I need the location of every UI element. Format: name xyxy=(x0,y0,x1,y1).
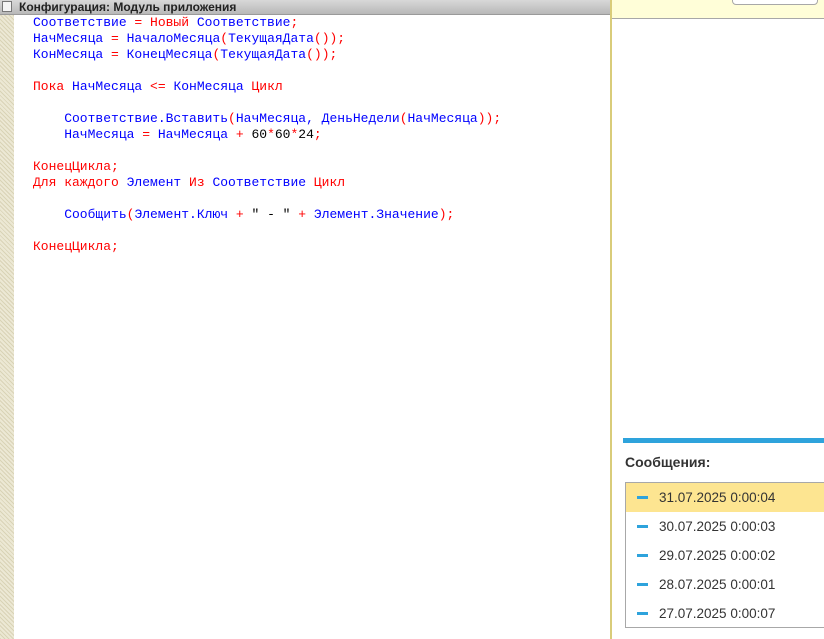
dash-icon xyxy=(637,496,648,499)
code-token: Новый xyxy=(150,15,190,30)
dash-icon xyxy=(637,612,648,615)
code-line[interactable]: Соответствие = Новый Соответствие; xyxy=(33,15,501,31)
editor-title-bar: Конфигурация: Модуль приложения xyxy=(0,0,610,15)
code-token: = xyxy=(134,127,158,142)
code-line[interactable]: КонецЦикла; xyxy=(33,239,501,255)
code-line[interactable] xyxy=(33,143,501,159)
code-line[interactable]: Соответствие.Вставить(НачМесяца, ДеньНед… xyxy=(33,111,501,127)
code-token: НачМесяца xyxy=(64,79,143,94)
code-editor-window: Конфигурация: Модуль приложения Соответс… xyxy=(0,0,610,639)
code-token: Соответствие xyxy=(189,15,291,30)
code-token: ( xyxy=(399,111,408,126)
code-token: Цикл xyxy=(243,79,283,94)
code-token: ; xyxy=(313,127,322,142)
code-token: НачМесяца xyxy=(33,31,104,46)
code-line[interactable]: НачМесяца = НачМесяца + 60*60*24; xyxy=(33,127,501,143)
message-text: 27.07.2025 0:00:07 xyxy=(659,606,776,621)
code-token: КонецМесяца xyxy=(126,47,213,62)
code-token: НачМесяца xyxy=(407,111,478,126)
message-text: 28.07.2025 0:00:01 xyxy=(659,577,776,592)
code-token: Для каждого xyxy=(33,175,119,190)
message-text: 29.07.2025 0:00:02 xyxy=(659,548,776,563)
code-token: Элемент xyxy=(118,175,182,190)
code-token: + xyxy=(290,207,314,222)
code-token: Пока xyxy=(33,79,65,94)
message-item[interactable]: 27.07.2025 0:00:07 xyxy=(626,599,824,628)
code-token: НачМесяца xyxy=(157,127,229,142)
code-line[interactable] xyxy=(33,95,501,111)
message-text: 30.07.2025 0:00:03 xyxy=(659,519,776,534)
code-token: КонецЦикла; xyxy=(33,159,119,174)
code-token: Элемент.Значение xyxy=(313,207,439,222)
message-item[interactable]: 30.07.2025 0:00:03 xyxy=(626,512,824,541)
code-token: КонМесяца xyxy=(173,79,244,94)
message-item[interactable]: 31.07.2025 0:00:04 xyxy=(626,483,824,512)
code-token: НачМесяца, ДеньНедели xyxy=(235,111,400,126)
code-token: НачалоМесяца xyxy=(126,31,221,46)
code-token: ()); xyxy=(306,47,338,62)
module-icon xyxy=(2,1,12,12)
code-token: НачМесяца xyxy=(33,127,135,142)
code-line[interactable]: Для каждого Элемент Из Соответствие Цикл xyxy=(33,175,501,191)
message-text: 31.07.2025 0:00:04 xyxy=(659,490,776,505)
messages-list[interactable]: 31.07.2025 0:00:04 30.07.2025 0:00:03 29.0… xyxy=(625,482,824,628)
code-line[interactable] xyxy=(33,223,501,239)
code-token: " - " xyxy=(251,207,291,222)
code-token: 60 xyxy=(274,127,291,142)
code-token: 60 xyxy=(251,127,268,142)
code-token: Сообщить xyxy=(33,207,127,222)
code-token: + xyxy=(228,127,252,142)
code-token: Соответствие xyxy=(33,15,127,30)
code-area[interactable]: Соответствие = Новый Соответствие; НачМес… xyxy=(33,15,501,255)
code-token: 24 xyxy=(298,127,314,142)
code-token: Цикл xyxy=(306,175,346,190)
message-item[interactable]: 28.07.2025 0:00:01 xyxy=(626,570,824,599)
messages-separator xyxy=(623,438,824,443)
code-token: + xyxy=(228,207,252,222)
code-line[interactable] xyxy=(33,191,501,207)
code-token: )); xyxy=(477,111,502,126)
code-token: = xyxy=(103,31,127,46)
dash-icon xyxy=(637,554,648,557)
code-token: ; xyxy=(290,15,299,30)
code-token: КонецЦикла; xyxy=(33,239,119,254)
code-token: ()); xyxy=(313,31,346,46)
editor-title: Конфигурация: Модуль приложения xyxy=(19,0,237,14)
code-line[interactable]: Пока НачМесяца <= КонМесяца Цикл xyxy=(33,79,501,95)
message-item[interactable]: 29.07.2025 0:00:02 xyxy=(626,541,824,570)
right-panel: Сообщения: 31.07.2025 0:00:04 30.07.2025 … xyxy=(610,0,824,639)
dash-icon xyxy=(637,525,648,528)
code-token: <= xyxy=(142,79,174,94)
dash-icon xyxy=(637,583,648,586)
code-token: КонМесяца xyxy=(33,47,104,62)
code-token: ( xyxy=(220,31,229,46)
code-token: = xyxy=(126,15,151,30)
code-token: ( xyxy=(228,111,236,126)
code-token: ТекущаяДата xyxy=(220,47,307,62)
code-token: Из xyxy=(181,175,205,190)
code-line[interactable] xyxy=(33,63,501,79)
code-token: ТекущаяДата xyxy=(228,31,314,46)
code-token: Элемент.Ключ xyxy=(134,207,229,222)
code-token: = xyxy=(103,47,127,62)
code-line[interactable]: НачМесяца = НачалоМесяца(ТекущаяДата()); xyxy=(33,31,501,47)
code-token: Соответствие xyxy=(204,175,307,190)
right-panel-toolbar xyxy=(612,0,824,19)
code-token: Соответствие.Вставить xyxy=(33,111,229,126)
code-line[interactable]: Сообщить(Элемент.Ключ + " - " + Элемент.… xyxy=(33,207,501,223)
editor-gutter xyxy=(0,15,14,639)
code-token: * xyxy=(267,127,275,142)
code-line[interactable]: КонМесяца = КонецМесяца(ТекущаяДата()); xyxy=(33,47,501,63)
messages-title: Сообщения: xyxy=(625,454,711,470)
toolbar-button[interactable] xyxy=(732,0,818,5)
code-token: ); xyxy=(438,207,455,222)
code-line[interactable]: КонецЦикла; xyxy=(33,159,501,175)
